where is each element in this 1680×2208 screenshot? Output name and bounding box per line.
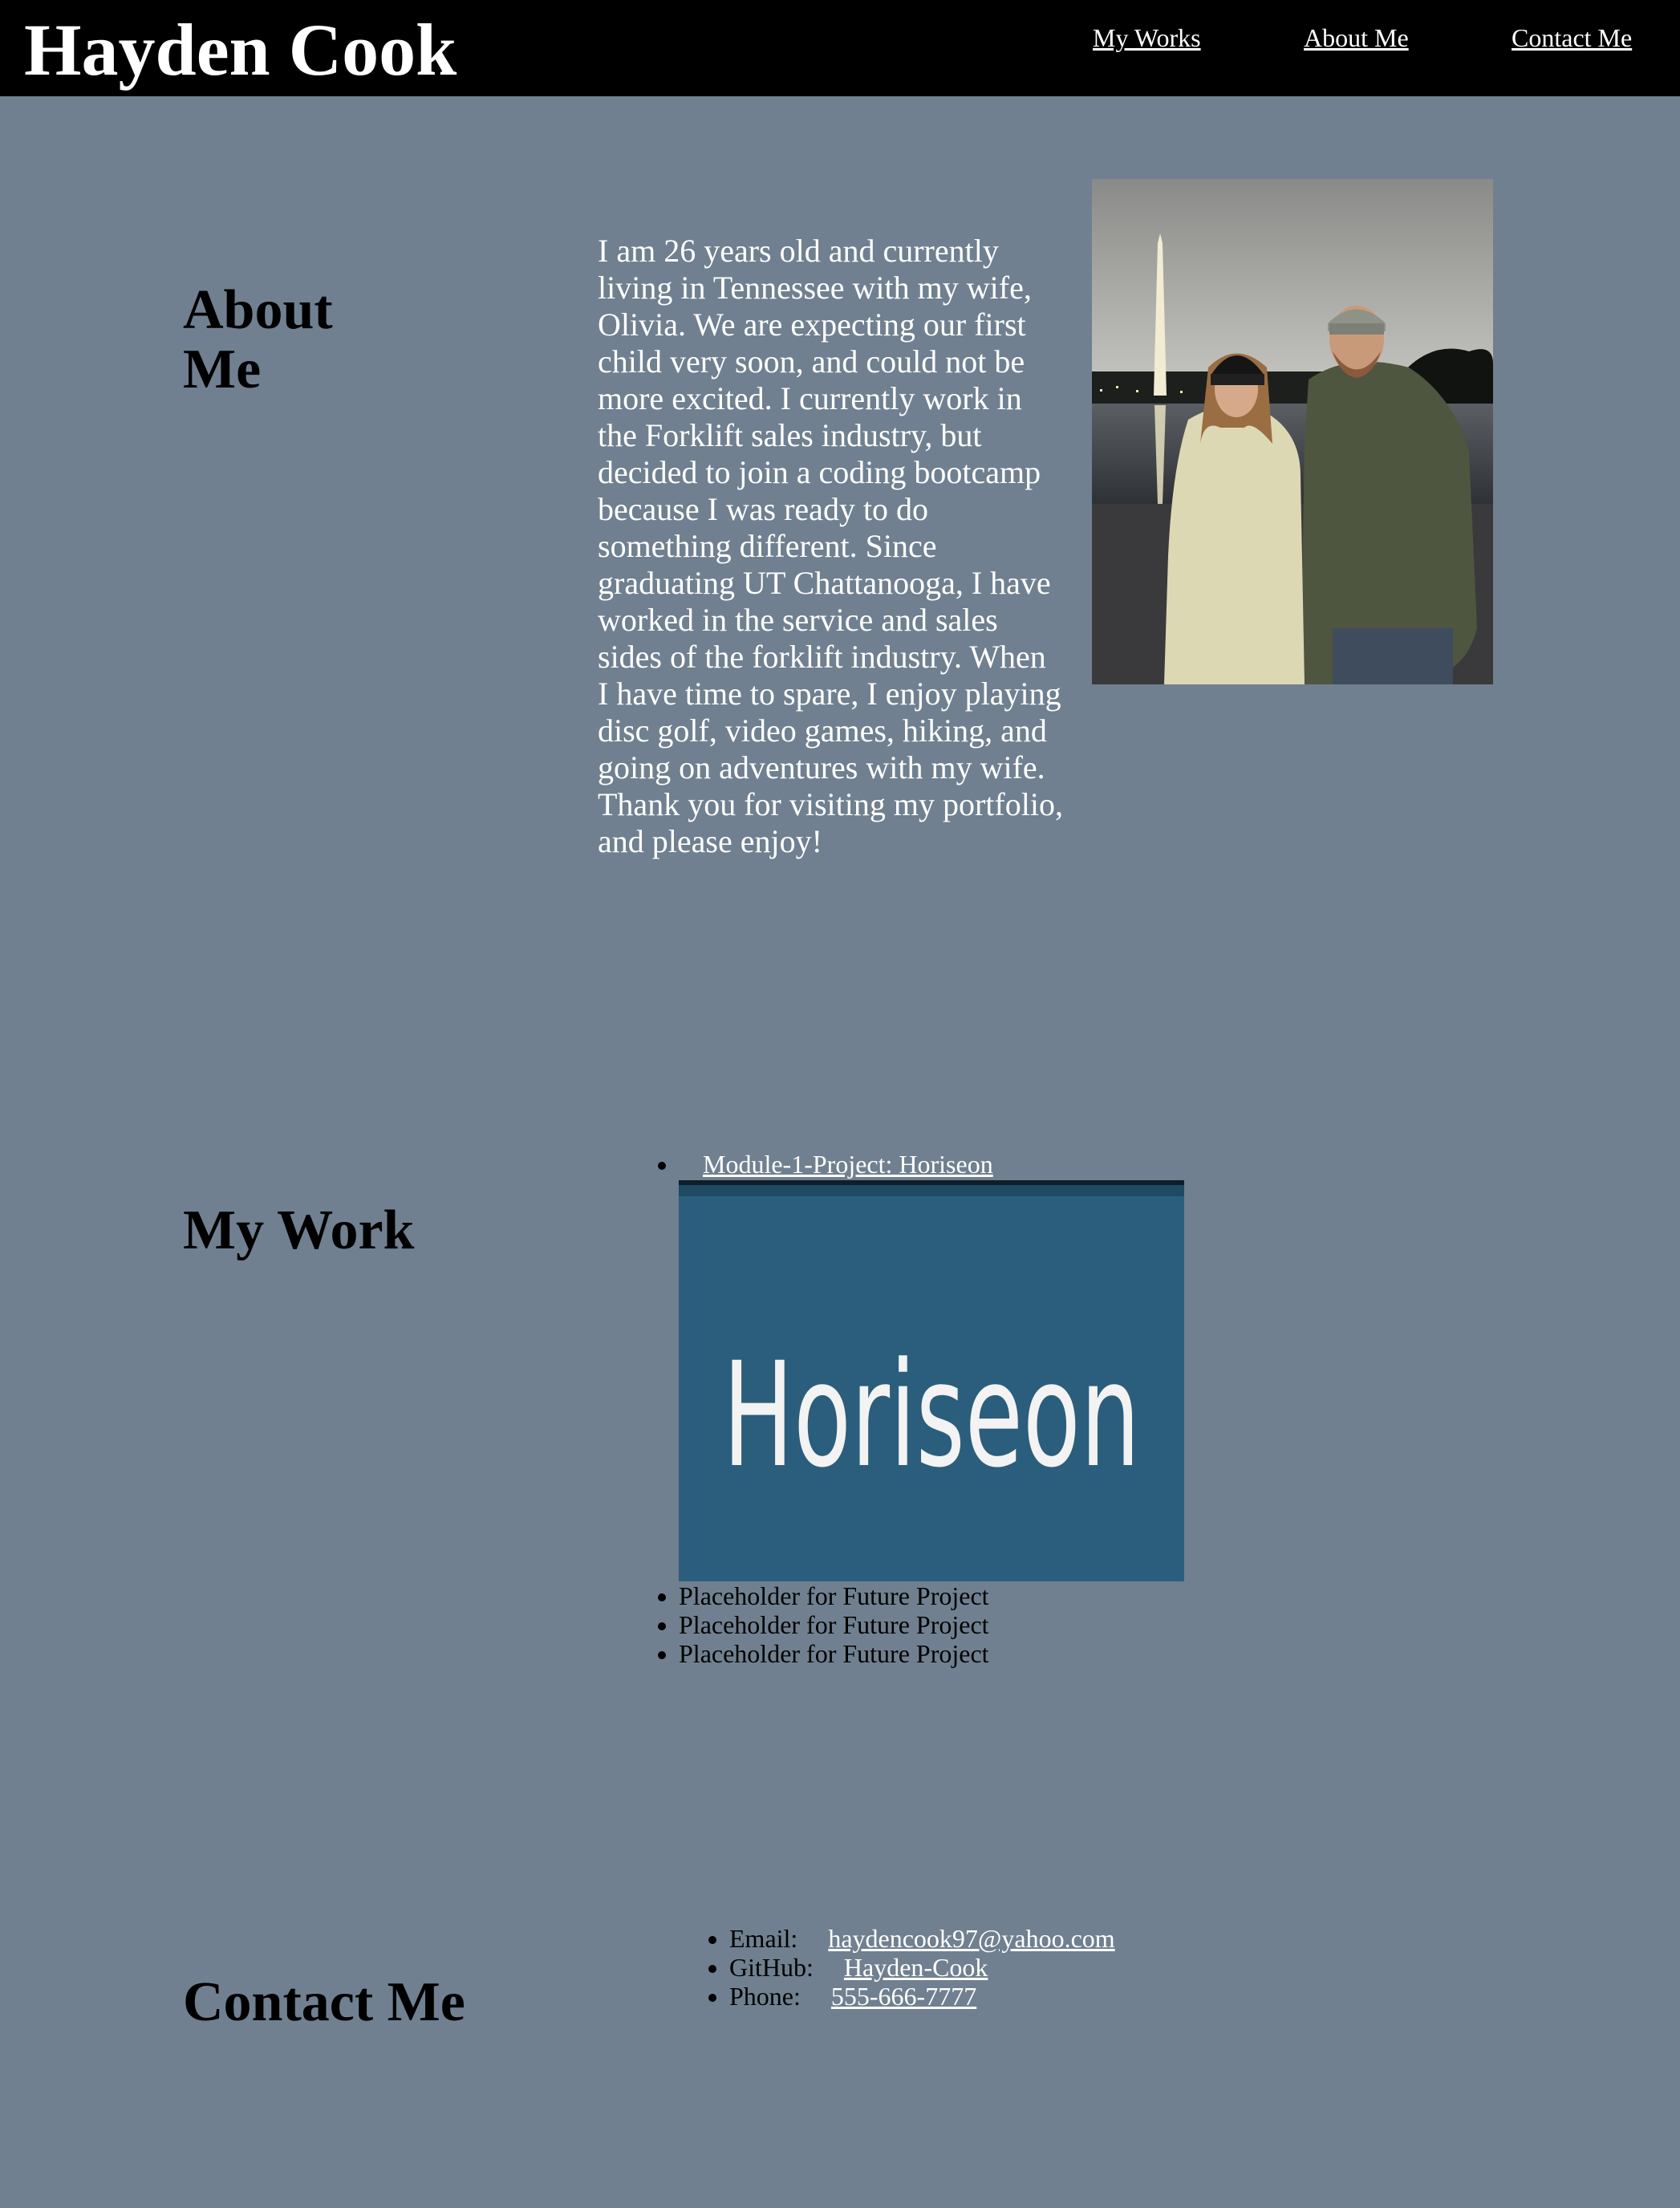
contact-phone-item: Phone: 555-666-7777 bbox=[729, 1982, 1451, 2011]
contact-me-heading: Contact Me bbox=[183, 1971, 465, 2033]
contact-list: Email: haydencook97@yahoo.com GitHub: Hayd… bbox=[729, 1924, 1451, 2011]
site-header: Hayden Cook My Works About Me Contact Me bbox=[0, 0, 1680, 96]
project-item: Module-1-Project: Horiseon Horiseon bbox=[679, 1150, 1321, 1581]
project-item: Placeholder for Future Project bbox=[679, 1581, 1321, 1610]
contact-email-item: Email: haydencook97@yahoo.com bbox=[729, 1924, 1451, 1953]
github-link[interactable]: Hayden-Cook bbox=[844, 1953, 988, 1982]
phone-link[interactable]: 555-666-7777 bbox=[831, 1982, 976, 2011]
couple-photo bbox=[1092, 179, 1493, 684]
project-item: Placeholder for Future Project bbox=[679, 1639, 1321, 1668]
email-label: Email: bbox=[729, 1924, 798, 1953]
horiseon-project-link[interactable]: Module-1-Project: Horiseon bbox=[703, 1150, 993, 1179]
nav-contact-me-link[interactable]: Contact Me bbox=[1512, 22, 1632, 54]
nav-my-works-link[interactable]: My Works bbox=[1093, 22, 1201, 54]
project-list: Module-1-Project: Horiseon Horiseon Plac… bbox=[679, 1150, 1321, 1668]
contact-github-item: GitHub: Hayden-Cook bbox=[729, 1953, 1451, 1982]
github-label: GitHub: bbox=[729, 1953, 814, 1982]
project-item: Placeholder for Future Project bbox=[679, 1610, 1321, 1639]
about-me-heading: About Me bbox=[183, 279, 333, 400]
email-link[interactable]: haydencook97@yahoo.com bbox=[828, 1924, 1114, 1953]
phone-label: Phone: bbox=[729, 1982, 801, 2011]
site-title: Hayden Cook bbox=[24, 9, 457, 91]
nav-about-me-link[interactable]: About Me bbox=[1304, 22, 1409, 54]
about-me-text: I am 26 years old and currently living i… bbox=[598, 233, 1063, 859]
horiseon-project-image[interactable]: Horiseon bbox=[679, 1180, 1184, 1581]
horiseon-logo-text: Horiseon bbox=[723, 1332, 1140, 1500]
my-work-heading: My Work bbox=[183, 1199, 415, 1261]
